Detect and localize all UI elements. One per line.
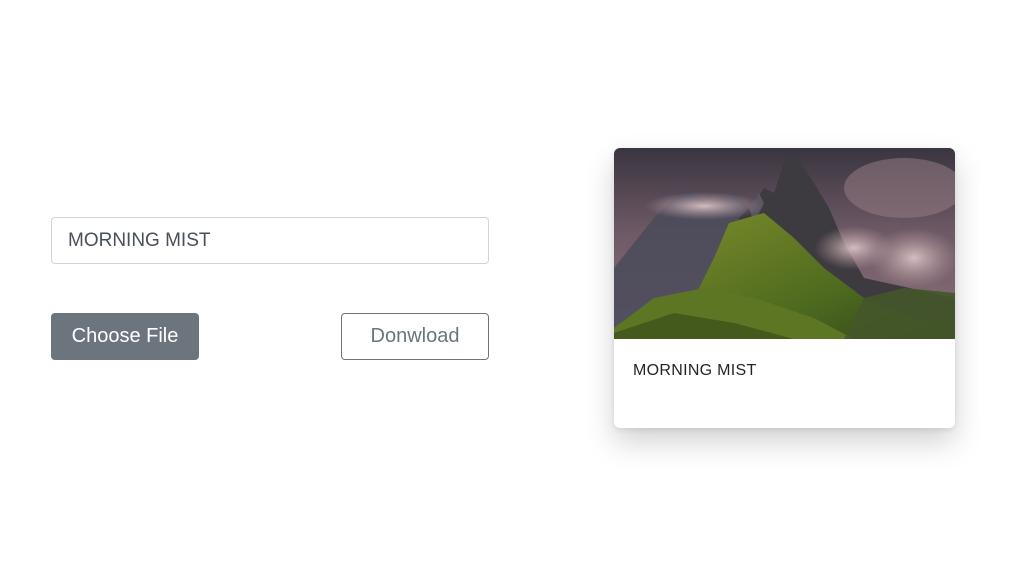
page: Choose File Donwload [0, 0, 1024, 576]
preview-card: MORNING MIST [614, 148, 955, 428]
card-caption: MORNING MIST [633, 362, 757, 379]
mountain-landscape-image [614, 148, 955, 339]
download-button[interactable]: Donwload [341, 313, 489, 360]
title-input[interactable] [51, 217, 489, 264]
choose-file-button[interactable]: Choose File [51, 313, 199, 360]
